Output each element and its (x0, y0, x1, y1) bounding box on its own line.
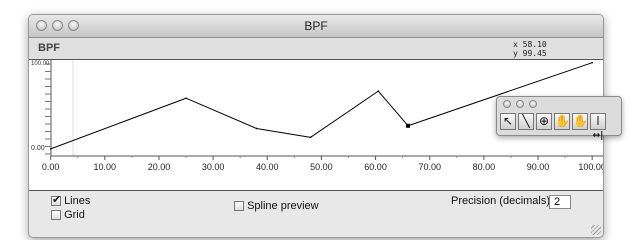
x-tick-label: 30.00 (202, 162, 225, 172)
bpf-point (49, 148, 52, 150)
y-tick-label-max: 100.00 (31, 61, 50, 67)
bpf-label: BPF (38, 42, 60, 54)
lines-checkbox[interactable]: Lines (51, 193, 91, 207)
grid-checkbox[interactable]: Grid (51, 209, 85, 221)
bpf-point (255, 127, 258, 130)
x-tick-label: 40.00 (256, 162, 279, 172)
lines-label: Lines (64, 195, 91, 207)
fit-width-tool-icon[interactable]: |↔| (590, 113, 606, 141)
window-title: BPF (304, 19, 328, 33)
spline-preview-label: Spline preview (247, 200, 319, 212)
bpf-line-segment (377, 90, 409, 127)
bpf-line-segment (256, 127, 311, 138)
arrow-tool-icon[interactable]: ↖ (500, 113, 516, 130)
lines-checkbox-box[interactable] (51, 193, 61, 207)
bpf-point (309, 136, 312, 139)
coord-x-readout: x 58.10 (513, 40, 547, 49)
bpf-line-segment (185, 97, 257, 129)
bpf-selected-point (406, 123, 411, 128)
bpf-point (185, 97, 187, 100)
x-tick-label: 60.00 (364, 162, 387, 172)
x-tick-label: 100.00 (578, 162, 603, 172)
x-tick-label: 80.00 (473, 162, 496, 172)
bpf-point (591, 61, 593, 64)
precision-label: Precision (decimals) (451, 195, 551, 207)
cursor-coordinates: x 58.10 y 99.45 (513, 40, 547, 58)
x-tick-label: 90.00 (527, 162, 550, 172)
palette-close-button[interactable] (503, 100, 511, 108)
pencil-tool-icon[interactable]: ╲ (518, 113, 534, 130)
spline-checkbox-box[interactable] (234, 201, 244, 212)
y-tick-label-min: 0.00 (31, 145, 45, 152)
coord-y-readout: y 99.45 (513, 49, 547, 58)
spline-preview-checkbox[interactable]: Spline preview (234, 200, 319, 212)
zoom-tool-icon[interactable]: ⊕ (536, 113, 552, 130)
hand-tool-icon[interactable]: ✋ (554, 113, 570, 130)
palette-zoom-button[interactable] (529, 100, 537, 108)
x-tick-label: 10.00 (94, 162, 117, 172)
resize-hand-tool-icon[interactable]: ✋ (572, 113, 588, 130)
resize-grip[interactable] (591, 225, 601, 235)
palette-minimize-button[interactable] (516, 100, 524, 108)
x-tick-label: 70.00 (418, 162, 441, 172)
x-tick-label: 20.00 (148, 162, 171, 172)
bpf-point (377, 90, 380, 92)
bpf-line-segment (310, 90, 379, 138)
grid-label: Grid (64, 209, 85, 221)
x-tick-label: 50.00 (310, 162, 333, 172)
x-tick-label: 0.00 (42, 162, 60, 172)
grid-checkbox-box[interactable] (51, 210, 61, 221)
tool-palette: ↖ ╲ ⊕ ✋ ✋ |↔| (496, 96, 622, 141)
bpf-line-segment (50, 97, 187, 150)
editor-header: BPF x 58.10 y 99.45 (29, 38, 603, 59)
precision-input[interactable]: 2 (549, 195, 571, 209)
title-bar[interactable]: BPF (29, 15, 603, 38)
